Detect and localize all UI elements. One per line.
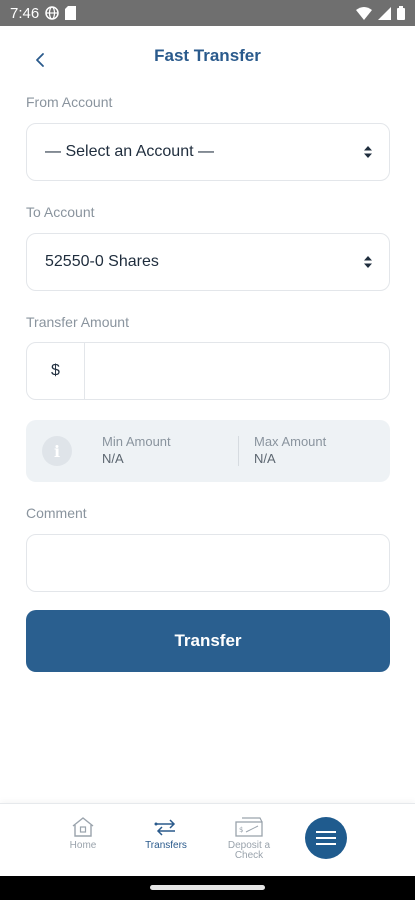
menu-button[interactable]	[305, 817, 347, 859]
transfer-arrows-icon	[154, 819, 176, 836]
info-icon: i	[42, 436, 72, 466]
nav-item-home[interactable]: Home	[48, 816, 118, 851]
max-amount-label: Max Amount	[254, 434, 327, 449]
comment-label: Comment	[26, 505, 87, 521]
from-account-value: — Select an Account —	[45, 143, 214, 160]
svg-text:$: $	[239, 826, 243, 834]
page-header: Fast Transfer	[0, 26, 415, 90]
transfer-amount-label: Transfer Amount	[26, 314, 129, 330]
page-title: Fast Transfer	[154, 46, 261, 65]
nav-label-home: Home	[69, 840, 97, 851]
wifi-icon	[356, 6, 372, 20]
status-bar: 7:46	[0, 0, 415, 26]
nav-item-transfers[interactable]: Transfers	[131, 816, 201, 851]
max-amount: Max Amount N/A	[254, 434, 326, 466]
nav-label-deposit-check: Deposit a Check	[227, 840, 271, 861]
transfer-amount-field: $	[26, 342, 390, 400]
bottom-nav: Home Transfers $ Deposit a Check	[0, 803, 415, 876]
min-amount-label: Min Amount	[102, 434, 171, 449]
max-amount-value: N/A	[254, 451, 276, 466]
comment-field	[26, 534, 390, 592]
currency-symbol: $	[27, 343, 85, 399]
to-account-select[interactable]: 52550-0 Shares	[26, 233, 390, 291]
transfer-button[interactable]: Transfer	[26, 610, 390, 672]
min-amount: Min Amount N/A	[102, 434, 171, 466]
min-amount-value: N/A	[102, 451, 124, 466]
check-deposit-icon: $	[235, 817, 263, 837]
home-icon	[72, 817, 94, 837]
sim-icon	[65, 6, 77, 20]
from-account-select[interactable]: — Select an Account —	[26, 123, 390, 181]
hamburger-icon	[316, 831, 336, 845]
to-account-label: To Account	[26, 204, 95, 220]
battery-icon	[397, 6, 405, 20]
status-time: 7:46	[10, 4, 40, 22]
signal-icon	[378, 6, 391, 20]
globe-icon	[45, 6, 59, 20]
sort-caret-icon	[355, 146, 381, 158]
divider	[238, 436, 239, 466]
system-gesture-bar	[0, 876, 415, 900]
sort-caret-icon	[355, 256, 381, 268]
nav-item-deposit-check[interactable]: $ Deposit a Check	[214, 816, 284, 861]
gesture-handle[interactable]	[150, 885, 265, 890]
comment-input[interactable]	[27, 535, 389, 591]
to-account-value: 52550-0 Shares	[45, 253, 159, 270]
transfer-amount-input[interactable]	[85, 343, 389, 399]
amount-limits-info: i Min Amount N/A Max Amount N/A	[26, 420, 390, 482]
nav-label-transfers: Transfers	[145, 840, 187, 851]
from-account-label: From Account	[26, 94, 113, 110]
